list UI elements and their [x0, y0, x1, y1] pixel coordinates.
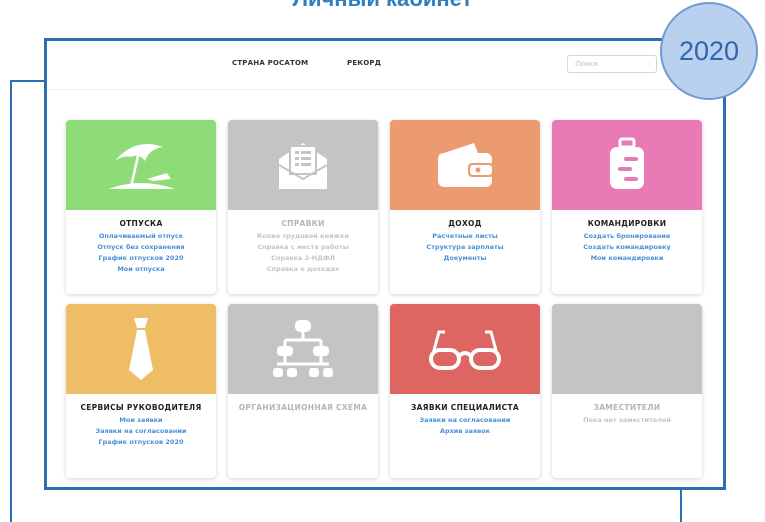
link-paid-vacation[interactable]: Оплачиваемый отпуск	[66, 231, 216, 242]
link-create-booking[interactable]: Создать бронирование	[552, 231, 702, 242]
card-title: СПРАВКИ	[281, 219, 325, 228]
link-documents[interactable]: Документы	[390, 253, 540, 264]
card-specialist-requests[interactable]: ЗАЯВКИ СПЕЦИАЛИСТА Заявки на согласовани…	[390, 304, 540, 478]
link-2ndfl[interactable]: Справка 2-НДФЛ	[228, 253, 378, 264]
card-deputies-header	[552, 304, 702, 394]
card-business-trips-header	[552, 120, 702, 210]
link-employment-record-copy[interactable]: Копия трудовой книжки	[228, 231, 378, 242]
link-create-trip[interactable]: Создать командировку	[552, 242, 702, 253]
link-income-certificate[interactable]: Справка о доходах	[228, 264, 378, 275]
top-navigation: СТРАНА РОСАТОМ РЕКОРД Поиск	[47, 41, 723, 90]
card-specialist-requests-header	[390, 304, 540, 394]
card-business-trips[interactable]: КОМАНДИРОВКИ Создать бронирование Создат…	[552, 120, 702, 294]
suitcase-icon	[610, 137, 644, 189]
card-vacations[interactable]: ОТПУСКА Оплачиваемый отпуск Отпуск без с…	[66, 120, 216, 294]
card-income[interactable]: ДОХОД Расчетные листы Структура зарплаты…	[390, 120, 540, 294]
card-org-chart-header	[228, 304, 378, 394]
link-pending-approvals[interactable]: Заявки на согласовании	[66, 426, 216, 437]
card-vacations-header	[66, 120, 216, 210]
link-vacation-schedule[interactable]: График отпусков 2020	[66, 437, 216, 448]
card-org-chart[interactable]: ОРГАНИЗАЦИОННАЯ СХЕМА	[228, 304, 378, 478]
slide-title: Личный кабинет	[0, 0, 765, 12]
link-employment-certificate[interactable]: Справка с места работы	[228, 242, 378, 253]
tie-icon	[129, 318, 153, 380]
card-certificates[interactable]: СПРАВКИ Копия трудовой книжки Справка с …	[228, 120, 378, 294]
card-title: СЕРВИСЫ РУКОВОДИТЕЛЯ	[80, 403, 202, 412]
frame-line-right	[680, 488, 682, 522]
frame-line-left	[10, 80, 12, 522]
card-manager-services[interactable]: СЕРВИСЫ РУКОВОДИТЕЛЯ Мои заявки Заявки н…	[66, 304, 216, 478]
card-income-header	[390, 120, 540, 210]
nav-link-rekord[interactable]: РЕКОРД	[347, 59, 381, 67]
link-my-vacations[interactable]: Мои отпуска	[66, 264, 216, 275]
link-my-trips[interactable]: Мои командировки	[552, 253, 702, 264]
card-title: ДОХОД	[448, 219, 482, 228]
org-chart-icon	[273, 320, 333, 377]
card-links: Оплачиваемый отпуск Отпуск без сохранени…	[66, 231, 216, 275]
card-links: Пока нет заместителей	[552, 415, 702, 426]
year-badge: 2020	[660, 2, 758, 100]
card-title: ОРГАНИЗАЦИОННАЯ СХЕМА	[238, 403, 368, 412]
glasses-icon	[429, 330, 501, 370]
card-title: КОМАНДИРОВКИ	[587, 219, 667, 228]
card-links: Мои заявки Заявки на согласовании График…	[66, 415, 216, 448]
link-unpaid-vacation[interactable]: Отпуск без сохранения	[66, 242, 216, 253]
card-links: Расчетные листы Структура зарплаты Докум…	[390, 231, 540, 264]
search-input[interactable]: Поиск	[567, 55, 657, 73]
frame-line-left-top	[10, 80, 46, 82]
beach-umbrella-icon	[109, 144, 175, 189]
link-vacation-schedule[interactable]: График отпусков 2020	[66, 253, 216, 264]
card-title: ОТПУСКА	[119, 219, 163, 228]
nav-link-strana-rosatom[interactable]: СТРАНА РОСАТОМ	[232, 59, 308, 67]
card-links: Копия трудовой книжки Справка с места ра…	[228, 231, 378, 275]
wallet-icon	[438, 143, 494, 187]
portal-screen: СТРАНА РОСАТОМ РЕКОРД Поиск ОТПУСКА Опла…	[44, 38, 726, 490]
card-links: Создать бронирование Создать командировк…	[552, 231, 702, 264]
link-salary-structure[interactable]: Структура зарплаты	[390, 242, 540, 253]
card-certificates-header	[228, 120, 378, 210]
envelope-icon	[278, 143, 328, 189]
no-deputies-text: Пока нет заместителей	[583, 416, 671, 424]
link-my-requests[interactable]: Мои заявки	[66, 415, 216, 426]
card-links: Заявки на согласовании Архив заявок	[390, 415, 540, 437]
card-title: ЗАМЕСТИТЕЛИ	[593, 403, 661, 412]
card-deputies[interactable]: ЗАМЕСТИТЕЛИ Пока нет заместителей	[552, 304, 702, 478]
link-payslips[interactable]: Расчетные листы	[390, 231, 540, 242]
card-title: ЗАЯВКИ СПЕЦИАЛИСТА	[411, 403, 519, 412]
card-manager-services-header	[66, 304, 216, 394]
link-pending-approvals[interactable]: Заявки на согласовании	[390, 415, 540, 426]
link-requests-archive[interactable]: Архив заявок	[390, 426, 540, 437]
